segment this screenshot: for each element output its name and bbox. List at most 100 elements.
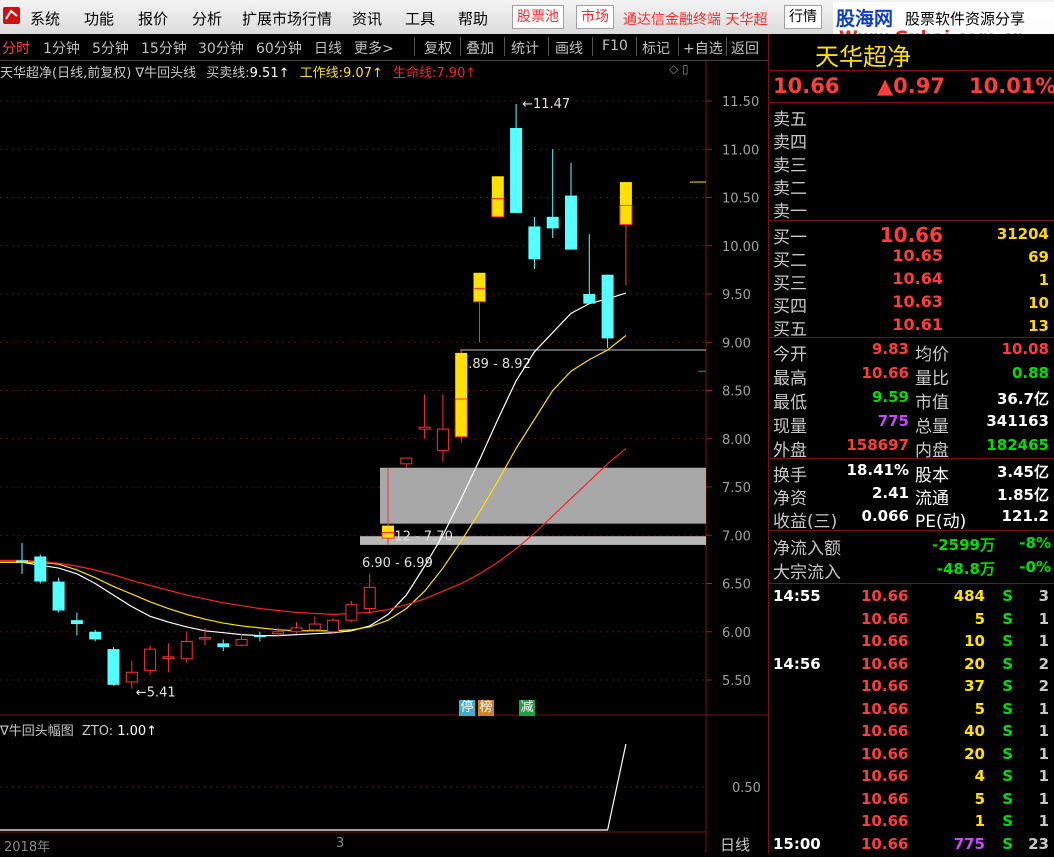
tick-row[interactable]: 10.66 4 S 1 [769, 767, 1054, 789]
tick-row[interactable]: 10.66 10 S 1 [769, 632, 1054, 654]
chart-options-icon[interactable]: ◇ ▯ [669, 62, 689, 76]
tick-row[interactable]: 10.66 37 S 2 [769, 677, 1054, 699]
range-label-low: 6.90 - 6.99 [362, 556, 433, 571]
buy-level-price: 10.63 [892, 292, 943, 311]
fundamental-label: 收益(三) [773, 512, 838, 532]
tick-row[interactable]: 14:55 10.66 484 S 3 [769, 587, 1054, 609]
tick-side: S [1002, 812, 1013, 830]
back-button[interactable]: 返回 [731, 38, 759, 58]
candle-body-down [510, 128, 523, 213]
flow-percent: -0% [1019, 558, 1051, 576]
fundamental-value: 18.41% [846, 461, 909, 479]
tab-intraday[interactable]: 分时 [2, 38, 30, 58]
menu-function[interactable]: 功能 [84, 8, 114, 29]
legend-life-value: 7.90↑ [436, 66, 477, 81]
tab-15min[interactable]: 15分钟 [141, 38, 187, 58]
draw-line-button[interactable]: 画线 [555, 38, 583, 58]
tick-row[interactable]: 15:00 10.66 775 S 23 [769, 835, 1054, 857]
fundamental-value: 2.41 [871, 484, 909, 502]
tick-count: 1 [1038, 744, 1049, 763]
add-watchlist-button[interactable]: +自选 [683, 38, 723, 58]
legend-buy-value: 9.51↑ [249, 66, 290, 81]
candle-body-down [34, 556, 47, 582]
flow-value: -48.8万 [936, 560, 995, 578]
tick-count: 1 [1038, 789, 1049, 808]
fundamental-value: 121.2 [1001, 507, 1049, 525]
y-tick-label: 8.00 [722, 433, 751, 448]
tick-row[interactable]: 10.66 20 S 1 [769, 745, 1054, 767]
y-tick-label: 11.00 [722, 143, 759, 158]
overlay-button[interactable]: 叠加 [466, 38, 494, 58]
quote-mode-button[interactable]: 行情 [784, 5, 822, 29]
tick-volume: 10 [964, 632, 985, 650]
tick-row[interactable]: 10.66 40 S 1 [769, 722, 1054, 744]
candle-body-up [418, 426, 431, 430]
buy-level-volume: 13 [1028, 317, 1049, 335]
flow-label: 净流入额 [773, 539, 841, 559]
tick-side: S [1002, 654, 1013, 673]
tick-side: S [1002, 722, 1013, 740]
menu-extended-market[interactable]: 扩展市场行情 [242, 8, 332, 29]
flow-label: 大宗流入 [773, 563, 841, 583]
tick-time: 15:00 [773, 834, 821, 853]
candle-body-down [601, 274, 614, 339]
tab-30min[interactable]: 30分钟 [198, 38, 244, 58]
series-line-买卖线 [0, 292, 627, 637]
badge-reduce[interactable]: 减 [519, 700, 535, 716]
tick-volume: 484 [953, 587, 985, 605]
tick-price: 10.66 [861, 812, 909, 830]
tab-daily[interactable]: 日线 [314, 38, 342, 58]
menu-system[interactable]: 系统 [30, 8, 60, 29]
market-button[interactable]: 市场 [576, 5, 614, 29]
badge-limit-up[interactable]: 停 [459, 700, 475, 716]
period-label[interactable]: 日线 [720, 834, 750, 855]
tab-5min[interactable]: 5分钟 [92, 38, 129, 58]
stat-value: 10.08 [1001, 340, 1049, 358]
tick-side: S [1002, 587, 1013, 605]
y-tick-label: 7.50 [722, 481, 751, 496]
stock-pool-button[interactable]: 股票池 [512, 5, 564, 29]
flow-value: -2599万 [932, 536, 995, 554]
tick-volume: 5 [974, 609, 985, 628]
statistics-button[interactable]: 统计 [511, 38, 539, 58]
sub-label: ZTO: [81, 724, 114, 739]
tick-row[interactable]: 10.66 5 S 1 [769, 790, 1054, 812]
candle-body-down [253, 635, 266, 638]
adjust-button[interactable]: 复权 [424, 38, 452, 58]
brand-tagline: 股票软件资源分享 [905, 10, 1026, 28]
tick-row[interactable]: 10.66 1 S 1 [769, 812, 1054, 834]
tab-1min[interactable]: 1分钟 [43, 38, 80, 58]
tick-volume: 4 [974, 767, 985, 785]
tick-row[interactable]: 14:56 10.66 20 S 2 [769, 655, 1054, 677]
tick-price: 10.66 [861, 699, 909, 718]
menu-news[interactable]: 资讯 [352, 8, 382, 29]
tick-row[interactable]: 10.66 5 S 1 [769, 700, 1054, 722]
tick-row[interactable]: 10.66 5 S 1 [769, 610, 1054, 632]
legend-life-label: 生命线: [393, 66, 437, 81]
candle-body-down [107, 649, 120, 685]
badge-dragon-tiger[interactable]: 榜 [478, 700, 494, 716]
tick-price: 10.66 [861, 767, 909, 785]
stat-label: 量比 [915, 369, 949, 389]
sell-level-label: 卖四 [773, 133, 807, 153]
stat-label: 最低 [773, 393, 807, 413]
menu-analysis[interactable]: 分析 [192, 8, 222, 29]
mark-button[interactable]: 标记 [642, 38, 670, 58]
stat-label: 今开 [773, 345, 807, 365]
menu-quote[interactable]: 报价 [138, 8, 168, 29]
tab-60min[interactable]: 60分钟 [256, 38, 302, 58]
tick-price: 10.66 [861, 744, 909, 763]
stat-value: 775 [877, 412, 909, 430]
fundamental-value: 1.85亿 [996, 486, 1049, 504]
candle-body-up [400, 457, 413, 465]
tab-more[interactable]: 更多> [354, 38, 394, 58]
tick-price: 10.66 [861, 789, 909, 808]
candle-body-up [436, 428, 449, 451]
x-axis-month: 3 [336, 836, 345, 851]
stat-value: 182465 [986, 436, 1049, 454]
menu-tools[interactable]: 工具 [405, 8, 435, 29]
tick-price: 10.66 [861, 677, 909, 695]
f10-button[interactable]: F10 [602, 38, 628, 54]
tick-count: 1 [1038, 699, 1049, 718]
menu-help[interactable]: 帮助 [458, 8, 488, 29]
